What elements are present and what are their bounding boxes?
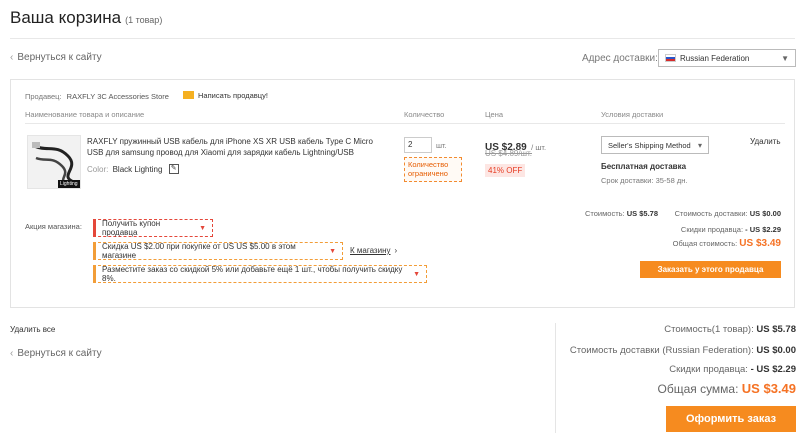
total-discount-value: - US $2.29 [750,364,796,375]
limited-line2: ограничено [408,169,448,179]
total-shipping: Стоимость доставки (Russian Federation):… [560,345,796,356]
envelope-icon [183,91,194,100]
chevron-right-icon: › [394,246,398,255]
seller-name[interactable]: RAXFLY 3C Accessories Store [67,92,169,101]
shipping-method-value: Seller's Shipping Method [608,140,691,150]
to-store-label: К магазину [350,246,391,255]
delivery-time: Срок доставки: 35-58 дн. [601,176,688,185]
back-link-label: Вернуться к сайту [17,348,102,359]
country-select[interactable]: Russian Federation ▼ [658,49,796,67]
back-to-site-link-bottom[interactable]: ‹ Вернуться к сайту [10,348,102,359]
country-value: Russian Federation [680,53,750,63]
seller-discount-label: Скидки продавца: [680,225,744,234]
seller-info: Продавец: RAXFLY 3C Accessories Store [25,92,169,101]
seller-cost-value: US $5.78 [626,209,658,218]
back-link-label: Вернуться к сайту [17,52,102,63]
shipping-method-select[interactable]: Seller's Shipping Method ▾ [601,136,709,154]
vertical-divider [555,323,556,433]
discount-offer-label: Скидка US $2.00 при покупке от US US $5.… [102,242,296,260]
total-shipping-value: US $0.00 [756,345,796,356]
seller-shipping: Стоимость доставки: US $0.00 [660,209,781,218]
delivery-label: Адрес доставки: [582,53,658,64]
cart-count: (1 товар) [125,15,163,25]
bulk-offer[interactable]: Разместите заказ со скидкой 5% или добав… [93,265,427,283]
chevron-down-icon: ▼ [781,53,789,63]
header-divider [25,123,785,124]
col-qty: Количество [404,110,445,119]
total-shipping-label: Стоимость доставки (Russian Federation): [569,345,754,356]
product-title-line2: USB для samsung провод для Xiaomi для за… [87,148,354,157]
grand-total-value: US $3.49 [741,381,796,396]
store-discount-offer[interactable]: Скидка US $2.00 при покупке от US US $5.… [93,242,343,260]
total-discount: Скидки продавца: - US $2.29 [560,364,796,375]
chevron-left-icon: ‹ [10,348,14,359]
caret-down-icon: ▼ [329,247,336,255]
old-price: US $4.89/шт. [485,149,532,158]
col-shipping: Условия доставки [601,110,664,119]
caret-down-icon: ▼ [413,270,420,278]
seller-label: Продавец: [25,92,62,101]
thumb-label: Lighting [58,180,80,188]
caret-down-icon: ▼ [199,224,206,232]
russia-flag-icon [665,54,676,62]
seller-cost: Стоимость: US $5.78 [540,209,658,218]
contact-seller-link[interactable]: Написать продавцу! [183,91,268,100]
seller-shipping-label: Стоимость доставки: [674,209,748,218]
cart-title: Ваша корзина [10,8,122,27]
product-color: Color: Black Lighting ✎ [87,164,179,175]
discount-badge: 41% OFF [485,164,526,177]
coupon-label: Получить купон продавца [102,219,161,237]
product-title-line1: RAXFLY пружинный USB кабель для iPhone X… [87,137,373,146]
total-items: Стоимость(1 товар): US $5.78 [560,324,796,335]
limited-line1: Количество [408,160,449,169]
chevron-down-icon: ▾ [697,140,702,150]
color-label: Color: [87,165,109,175]
delete-all-link[interactable]: Удалить все [10,325,55,334]
page-title: Ваша корзина (1 товар) [10,8,162,28]
contact-seller-label: Написать продавцу! [198,91,268,100]
get-coupon-button[interactable]: Получить купон продавца ▼ [93,219,213,237]
order-from-seller-button[interactable]: Заказать у этого продавца [640,261,781,278]
free-shipping: Бесплатная доставка [601,162,687,171]
quantity-input[interactable]: 2 [404,137,432,153]
total-items-value: US $5.78 [756,324,796,335]
limited-quantity-badge: Количество ограничено [404,157,462,182]
color-value: Black Lighting [112,165,163,175]
store-promo-label: Акция магазина: [25,222,82,231]
divider [10,38,795,39]
col-price: Цена [485,110,504,119]
total-discount-label: Скидки продавца: [669,364,748,375]
price-unit: / шт. [531,143,547,152]
seller-cost-label: Стоимость: [584,209,625,218]
seller-total-value: US $3.49 [739,238,781,249]
seller-shipping-value: US $0.00 [749,209,781,218]
col-name: Наименование товара и описание [25,110,145,119]
product-title[interactable]: RAXFLY пружинный USB кабель для iPhone X… [87,136,387,158]
total-items-label: Стоимость(1 товар): [664,324,754,335]
grand-total-label: Общая сумма: [657,382,739,396]
checkout-button[interactable]: Оформить заказ [666,406,796,432]
qty-unit: шт. [436,141,447,150]
bulk-offer-label: Разместите заказ со скидкой 5% или добав… [102,265,403,283]
chevron-left-icon: ‹ [10,52,14,63]
seller-discount: Скидки продавца: - US $2.29 [600,225,781,234]
product-thumbnail[interactable]: Lighting [27,135,81,189]
delete-item-link[interactable]: Удалить [750,137,781,146]
seller-discount-value: - US $2.29 [745,225,781,234]
to-store-link[interactable]: К магазину › [350,246,397,255]
grand-total: Общая сумма: US $3.49 [560,381,796,396]
seller-total: Общая стоимость: US $3.49 [600,238,781,249]
back-to-site-link-top[interactable]: ‹ Вернуться к сайту [10,52,102,63]
seller-total-label: Общая стоимость: [672,239,738,248]
edit-icon[interactable]: ✎ [168,164,179,174]
